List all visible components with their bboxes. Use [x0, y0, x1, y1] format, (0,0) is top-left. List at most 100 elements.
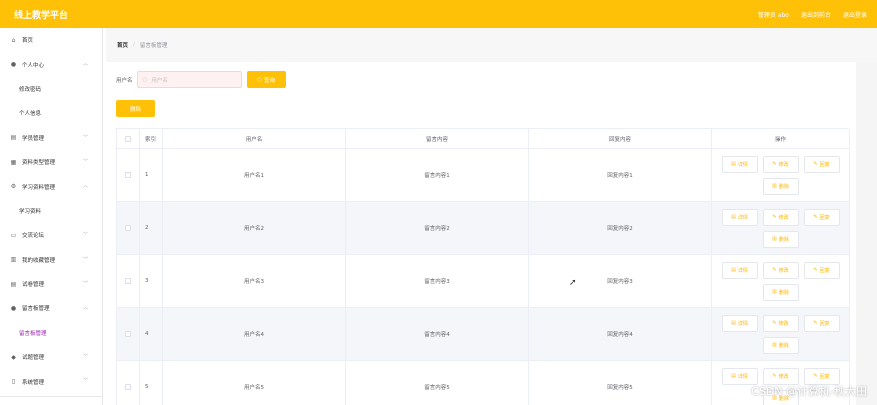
action-label: 删除: [778, 183, 789, 190]
action-label: 修改: [778, 373, 789, 380]
action-label: 详情: [737, 373, 748, 380]
detail-button[interactable]: ▤ 详情: [721, 261, 758, 279]
document-icon: ▤: [731, 214, 736, 220]
header-checkbox-cell: [117, 129, 140, 149]
cell-actions: ▤ 详情 ✎ 修改 ✎ 回复 ▥ 删除: [712, 202, 850, 255]
edit-button[interactable]: ✎ 修改: [762, 261, 799, 279]
delete-button[interactable]: ▥ 删除: [762, 230, 799, 248]
edit-icon: ✎: [813, 214, 818, 220]
action-label: 详情: [737, 214, 748, 221]
top-nav: 管理员 abo 退出到前台 退出登录: [758, 10, 867, 19]
exit-to-front-link[interactable]: 退出到前台: [801, 10, 831, 19]
breadcrumb-separator: /: [133, 42, 135, 48]
sidebar: ⌂ 首页 ● 个人中心 ︿ 修改密码 个人信息 ▤ 学员管理 ﹀ ▦ 资料类型管理 ﹀ ⚙ 学习资料管理 ︿ 学…: [0, 28, 103, 405]
action-group: ▤ 详情 ✎ 修改 ✎ 回复 ▥ 删除: [718, 261, 844, 301]
action-label: 详情: [737, 320, 748, 327]
action-label: 删除: [778, 342, 789, 349]
cell-message: 留言内容4: [346, 308, 529, 361]
detail-button[interactable]: ▤ 详情: [721, 367, 758, 385]
sidebar-item-label: 留言板管理: [22, 306, 50, 313]
search-button[interactable]: ○ 查询: [246, 71, 286, 88]
logout-link[interactable]: 退出登录: [843, 10, 867, 19]
action-label: 详情: [737, 267, 748, 274]
row-checkbox[interactable]: [125, 331, 131, 337]
sidebar-item-label: 试题管理: [22, 355, 45, 362]
delete-button[interactable]: ▥ 删除: [762, 336, 799, 354]
row-checkbox[interactable]: [125, 225, 131, 231]
row-checkbox-cell: [117, 255, 140, 308]
sidebar-item-label: 学习资料管理: [22, 184, 56, 191]
admin-user-link[interactable]: 管理员 abo: [758, 10, 789, 19]
table-row: 1 用户名1 留言内容1 回复内容1 ▤ 详情 ✎ 修改 ✎ 回复 ▥ 删除: [117, 149, 850, 202]
sidebar-item-0[interactable]: ⌂ 首页: [0, 28, 102, 52]
action-group: ▤ 详情 ✎ 修改 ✎ 回复 ▥ 删除: [718, 155, 844, 195]
edit-button[interactable]: ✎ 修改: [762, 208, 799, 226]
sidebar-item-7[interactable]: 学习资料: [0, 199, 102, 223]
sidebar-item-6[interactable]: ⚙ 学习资料管理 ︿: [0, 174, 102, 198]
reply-button[interactable]: ✎ 回复: [803, 208, 840, 226]
sidebar-item-label: 我的收藏管理: [22, 257, 56, 264]
sidebar-item-3[interactable]: 个人信息: [0, 101, 102, 125]
sidebar-footer: [0, 396, 102, 405]
sidebar-item-label: 系统管理: [22, 379, 45, 386]
sidebar-item-9[interactable]: ▥ 我的收藏管理 ﹀: [0, 248, 102, 272]
row-checkbox[interactable]: [125, 384, 131, 390]
sidebar-item-13[interactable]: ◆ 试题管理 ﹀: [0, 345, 102, 369]
edit-button[interactable]: ✎ 修改: [762, 314, 799, 332]
sidebar-item-10[interactable]: ▤ 试卷管理 ﹀: [0, 272, 102, 296]
action-label: 修改: [778, 161, 789, 168]
watermark: CSDN @计算机-秋大田: [751, 385, 867, 398]
cell-user: 用户名2: [163, 202, 346, 255]
sidebar-item-8[interactable]: ▭ 交流论坛 ﹀: [0, 223, 102, 247]
cell-index: 3: [140, 255, 163, 308]
search-row: 用户名 ○ 用户名 ○ 查询: [116, 71, 286, 88]
row-checkbox[interactable]: [125, 278, 131, 284]
detail-button[interactable]: ▤ 详情: [721, 208, 758, 226]
row-checkbox[interactable]: [125, 172, 131, 178]
cell-reply: 回复内容3: [529, 255, 712, 308]
sidebar-item-label: 个人中心: [22, 62, 45, 69]
delete-button[interactable]: ▥ 删除: [762, 177, 799, 195]
chevron-down-icon: ﹀: [82, 280, 88, 287]
chevron-down-icon: ﹀: [82, 378, 88, 385]
reply-button[interactable]: ✎ 回复: [803, 367, 840, 385]
message-table: 索引 用户名 留言内容 回复内容 操作 1 用户名1 留言内容1 回复内容1 ▤ 详情 ✎ 修…: [116, 128, 850, 405]
select-all-checkbox[interactable]: [125, 135, 131, 142]
chevron-up-icon: ︿: [82, 183, 88, 190]
cell-index: 4: [140, 308, 163, 361]
sidebar-item-2[interactable]: 修改密码: [0, 77, 102, 101]
cell-reply: 回复内容1: [529, 149, 712, 202]
sidebar-item-5[interactable]: ▦ 资料类型管理 ﹀: [0, 150, 102, 174]
sidebar-item-1[interactable]: ● 个人中心 ︿: [0, 52, 102, 76]
action-label: 修改: [778, 267, 789, 274]
sidebar-item-label: 学员管理: [22, 135, 45, 142]
delete-button[interactable]: ▥ 删除: [762, 283, 799, 301]
home-icon: ⌂: [11, 36, 16, 44]
search-icon: ○: [142, 76, 148, 83]
reply-button[interactable]: ✎ 回复: [803, 314, 840, 332]
sidebar-item-11[interactable]: ● 留言板管理 ︿: [0, 296, 102, 320]
edit-button[interactable]: ✎ 修改: [762, 155, 799, 173]
edit-icon: ✎: [813, 320, 818, 326]
action-label: 回复: [819, 320, 830, 327]
reply-button[interactable]: ✎ 回复: [803, 261, 840, 279]
detail-button[interactable]: ▤ 详情: [721, 314, 758, 332]
edit-button[interactable]: ✎ 修改: [762, 367, 799, 385]
reply-button[interactable]: ✎ 回复: [803, 155, 840, 173]
breadcrumb-current: 留言板管理: [139, 43, 168, 49]
detail-button[interactable]: ▤ 详情: [721, 155, 758, 173]
breadcrumb-home[interactable]: 首页: [117, 41, 128, 49]
trash-icon: ▥: [772, 236, 777, 242]
action-label: 回复: [819, 214, 830, 221]
header-message: 留言内容: [346, 129, 529, 149]
search-input[interactable]: ○ 用户名: [136, 71, 242, 88]
action-label: 修改: [778, 214, 789, 221]
cell-message: 留言内容3: [346, 255, 529, 308]
sidebar-item-12[interactable]: 留言板管理: [0, 321, 102, 345]
sidebar-item-14[interactable]: ▯ 系统管理 ﹀: [0, 369, 102, 393]
chevron-down-icon: ﹀: [82, 134, 88, 141]
row-checkbox-cell: [117, 149, 140, 202]
sidebar-item-4[interactable]: ▤ 学员管理 ﹀: [0, 126, 102, 150]
main-area: 首页 / 留言板管理 用户名 ○ 用户名 ○ 查询 删除 索引 用户名 留言内容: [106, 28, 877, 405]
batch-delete-button[interactable]: 删除: [116, 100, 155, 117]
